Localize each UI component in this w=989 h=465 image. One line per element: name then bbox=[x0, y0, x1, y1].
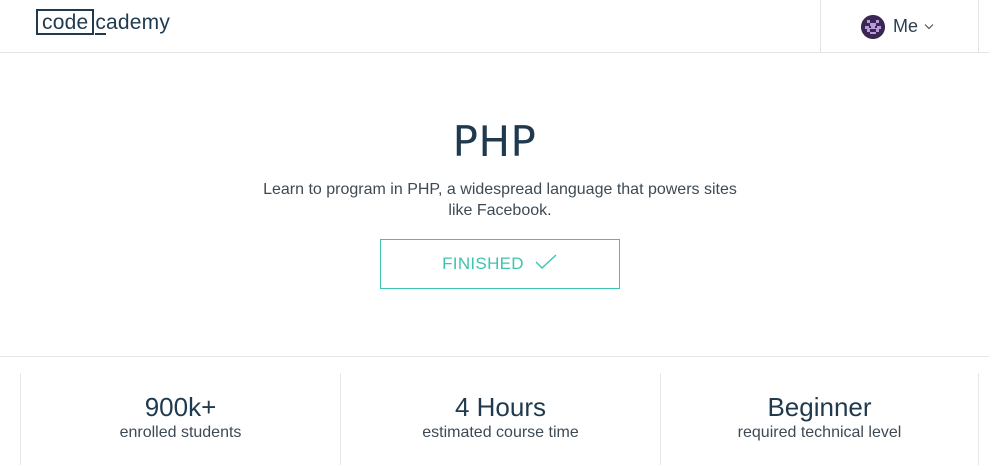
chevron-down-icon bbox=[924, 17, 934, 35]
user-menu-dropdown[interactable]: Me bbox=[820, 0, 979, 53]
check-icon bbox=[534, 253, 558, 276]
stat-label: required technical level bbox=[737, 424, 902, 441]
section-divider bbox=[0, 356, 989, 357]
course-title: PHP bbox=[452, 117, 537, 166]
logo-underlined-letter: c bbox=[95, 9, 106, 37]
pixel-avatar-icon bbox=[861, 14, 885, 39]
finished-button-label: FINISHED bbox=[442, 254, 524, 273]
user-menu-label: Me bbox=[893, 16, 919, 36]
stat-technical-level: Beginner required technical level bbox=[660, 373, 979, 465]
stat-enrolled-students: 900k+ enrolled students bbox=[20, 373, 340, 465]
stat-value: Beginner bbox=[767, 392, 872, 422]
stat-label: estimated course time bbox=[422, 424, 579, 441]
stat-course-time: 4 Hours estimated course time bbox=[340, 373, 660, 465]
stat-value: 900k+ bbox=[144, 392, 217, 422]
logo-boxed-text: code bbox=[36, 9, 95, 35]
course-finished-button[interactable]: FINISHED bbox=[380, 239, 620, 289]
course-stats-row: 900k+ enrolled students 4 Hours estimate… bbox=[20, 373, 979, 465]
stat-value: 4 Hours bbox=[454, 392, 547, 422]
course-description: Learn to program in PHP, a widespread la… bbox=[263, 181, 737, 219]
logo-rest-text: cademy bbox=[94, 9, 170, 37]
top-navigation-bar: code cademy Me bbox=[0, 0, 989, 53]
logo-tail-text: ademy bbox=[106, 11, 171, 34]
stat-label: enrolled students bbox=[119, 424, 242, 441]
codecademy-logo[interactable]: code cademy bbox=[36, 9, 170, 39]
